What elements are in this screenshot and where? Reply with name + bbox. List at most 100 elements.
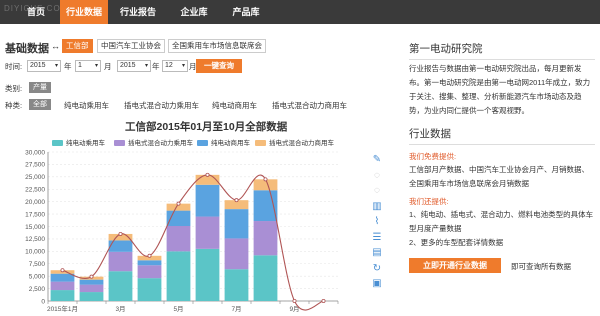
legend-label: 插电式混合动力乘用车 <box>128 140 193 147</box>
source-button-1[interactable]: 中国汽车工业协会 <box>97 39 165 53</box>
bar-segment <box>79 292 104 301</box>
nav-industry-data[interactable]: 行业数据 <box>60 0 108 24</box>
top-navigation-bar: DIYICHE.COM 首页 行业数据 行业报告 企业库 产品库 <box>0 0 600 24</box>
source-button-2[interactable]: 全国乘用车市场信息联席会 <box>168 39 266 53</box>
extra-offer-text-1: 1、纯电动、插电式、混合动力、燃料电池类型的具体车型月度产量数据 <box>409 210 594 233</box>
kind-tab-3[interactable]: 纯电动商用车 <box>212 100 257 111</box>
open-industry-data-button[interactable]: 立即开通行业数据 <box>409 258 501 273</box>
line-chart-icon[interactable]: ⌇ <box>371 216 383 228</box>
y-tick-label: 12,500 <box>25 236 45 243</box>
bar-segment <box>195 184 220 217</box>
bar-segment <box>224 209 249 239</box>
legend-label: 插电式混合动力商用车 <box>269 140 334 147</box>
y-tick-label: 30,000 <box>25 149 45 156</box>
bar-segment <box>166 226 191 252</box>
bar-segment <box>50 290 75 301</box>
legend-swatch <box>197 140 208 146</box>
stack-icon[interactable]: ☰ <box>371 232 383 244</box>
bar-segment <box>79 284 104 293</box>
year-unit-2: 年 <box>152 62 160 71</box>
divider <box>409 59 595 60</box>
y-tick-label: 22,500 <box>25 187 45 194</box>
pencil-icon[interactable]: ✎ <box>371 154 383 166</box>
bar-segment <box>166 210 191 227</box>
to-month-select[interactable]: 12 ▾ <box>162 60 188 72</box>
source-button-0[interactable]: 工信部 <box>62 39 93 53</box>
bar-segment <box>253 255 278 301</box>
extra-offer-text-2: 2、更多的车型配套详情数据 <box>409 238 504 247</box>
from-month-select[interactable]: 1 ▾ <box>75 60 101 72</box>
bar-segment <box>166 203 191 211</box>
bar-segment <box>79 276 104 280</box>
time-label: 时间: <box>5 62 23 71</box>
legend-item[interactable]: 纯电动乘用车 <box>52 137 105 147</box>
total-point <box>263 177 268 182</box>
total-point <box>60 268 65 273</box>
category-label: 类别: <box>5 84 23 93</box>
tiled-icon[interactable]: ▤ <box>371 247 383 259</box>
x-tick-label: 3月 <box>115 305 125 313</box>
bar-segment <box>108 251 133 272</box>
x-tick-label: 2015年1月 <box>47 304 78 313</box>
circle-icon[interactable]: ◌ <box>371 185 383 197</box>
x-tick-label: 5月 <box>173 305 183 313</box>
nav-product-library[interactable]: 产品库 <box>220 0 272 24</box>
nav-enterprise-library[interactable]: 企业库 <box>168 0 220 24</box>
total-point <box>118 231 123 236</box>
nav-industry-report[interactable]: 行业报告 <box>108 0 168 24</box>
y-tick-label: 20,000 <box>25 199 45 206</box>
total-point <box>321 298 326 303</box>
y-tick-label: 27,500 <box>25 162 45 169</box>
bar-segment <box>224 238 249 270</box>
bar-segment <box>253 179 278 191</box>
total-point <box>176 201 181 206</box>
swap-arrow-icon: ↔ <box>51 41 60 51</box>
total-point <box>89 274 94 279</box>
bar-segment <box>50 281 75 291</box>
bar-segment <box>224 200 249 210</box>
from-year-select[interactable]: 2015 ▾ <box>27 60 61 72</box>
legend-item[interactable]: 纯电动商用车 <box>197 137 250 147</box>
query-button[interactable]: 一键查询 <box>196 59 242 73</box>
kind-tab-1[interactable]: 纯电动乘用车 <box>64 100 109 111</box>
kind-tab-2[interactable]: 插电式混合动力乘用车 <box>124 100 199 111</box>
bar-segment <box>79 279 104 285</box>
bar-segment <box>50 270 75 274</box>
divider <box>409 144 595 145</box>
chevron-down-icon: ▾ <box>144 63 148 69</box>
free-offer-text: 工信部月产数据、中国汽车工业协会月产、月销数据、全国乘用车市场信息联席会月销数据 <box>409 165 589 188</box>
nav-home[interactable]: 首页 <box>14 0 58 24</box>
total-line <box>62 174 324 311</box>
category-tag[interactable]: 产量 <box>29 82 51 93</box>
year-unit: 年 <box>64 62 72 71</box>
bar-segment <box>195 216 220 249</box>
bar-segment <box>253 190 278 222</box>
kind-tab-4[interactable]: 插电式混合动力商用车 <box>272 100 347 111</box>
total-point <box>147 253 152 258</box>
bar-segment <box>195 174 220 185</box>
x-tick-label: 7月 <box>231 305 241 313</box>
total-point <box>234 198 239 203</box>
chevron-down-icon: ▾ <box>94 63 98 69</box>
circle-icon[interactable]: ◌ <box>371 170 383 182</box>
bar-segment <box>108 240 133 252</box>
legend-swatch <box>255 140 266 146</box>
kind-tab-0[interactable]: 全部 <box>29 99 51 110</box>
kind-label: 种类: <box>5 101 23 110</box>
refresh-icon[interactable]: ↻ <box>371 263 383 275</box>
y-tick-label: 25,000 <box>25 174 45 181</box>
y-tick-label: 7,500 <box>29 261 46 268</box>
y-tick-label: 10,000 <box>25 249 45 256</box>
x-tick-label: 9月 <box>289 305 299 313</box>
y-tick-label: 15,000 <box>25 224 45 231</box>
bar-segment <box>108 271 133 301</box>
legend-label: 纯电动乘用车 <box>66 140 105 147</box>
industry-data-title: 行业数据 <box>409 128 451 140</box>
bar-chart-icon[interactable]: ▥ <box>371 201 383 213</box>
legend-item[interactable]: 插电式混合动力乘用车 <box>114 137 193 147</box>
filter-title: 基础数据 <box>5 43 49 55</box>
to-year-select[interactable]: 2015 ▾ <box>117 60 151 72</box>
save-icon[interactable]: ▣ <box>371 278 383 290</box>
bar-segment <box>137 265 162 279</box>
legend-item[interactable]: 插电式混合动力商用车 <box>255 137 334 147</box>
